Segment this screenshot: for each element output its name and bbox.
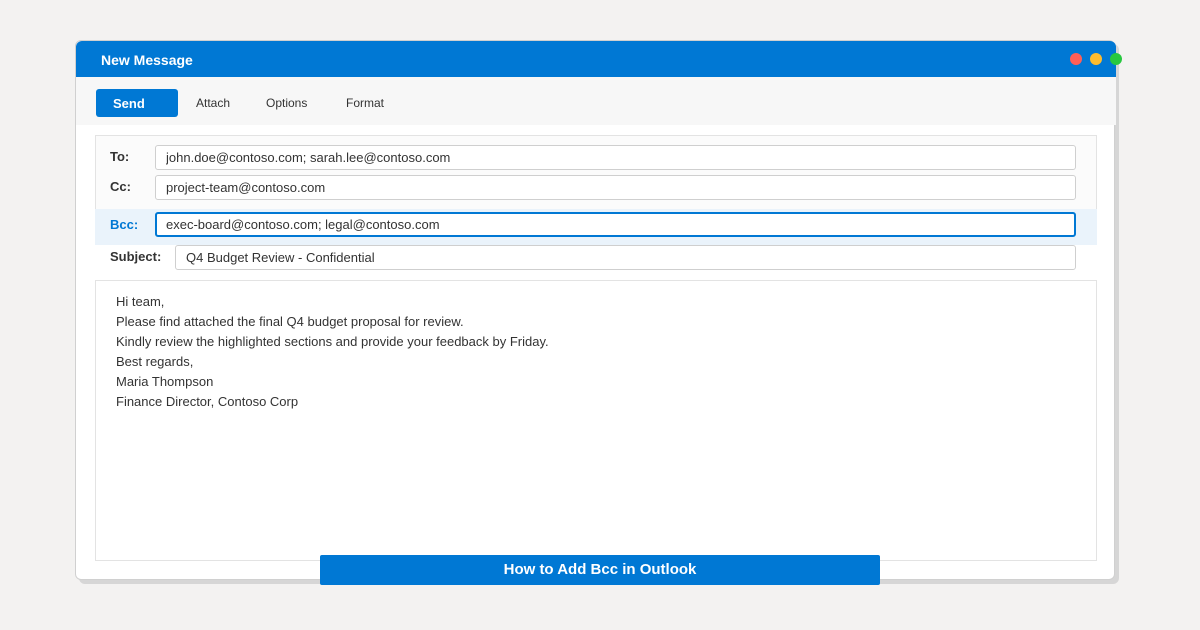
minimize-window-icon[interactable]: [1090, 53, 1102, 65]
message-body[interactable]: Hi team, Please find attached the final …: [95, 280, 1097, 561]
body-line: Maria Thompson: [116, 374, 214, 389]
title-bar: New Message: [76, 41, 1122, 77]
caption-banner: How to Add Bcc in Outlook: [320, 555, 880, 585]
bcc-label: Bcc:: [110, 217, 139, 232]
maximize-window-icon[interactable]: [1110, 53, 1122, 65]
window-title: New Message: [101, 52, 193, 68]
toolbar: Send Attach Options Format: [76, 77, 1116, 125]
body-line: Hi team,: [116, 294, 165, 309]
subject-field[interactable]: [175, 245, 1076, 270]
cc-field[interactable]: [155, 175, 1076, 200]
cc-label: Cc:: [110, 179, 131, 194]
options-button[interactable]: Options: [266, 89, 307, 117]
body-line: Please find attached the final Q4 budget…: [116, 314, 464, 329]
to-field[interactable]: [155, 145, 1076, 170]
body-line: Finance Director, Contoso Corp: [116, 394, 299, 409]
send-button[interactable]: Send: [96, 89, 178, 117]
body-line: Best regards,: [116, 354, 194, 369]
close-window-icon[interactable]: [1070, 53, 1082, 65]
compose-window: New Message Send Attach Options Format T…: [75, 40, 1122, 580]
bcc-field[interactable]: [155, 212, 1076, 237]
attach-button[interactable]: Attach: [196, 89, 230, 117]
to-label: To:: [110, 149, 130, 164]
format-button[interactable]: Format: [346, 89, 384, 117]
subject-label: Subject:: [110, 249, 162, 264]
body-line: Kindly review the highlighted sections a…: [116, 334, 549, 349]
